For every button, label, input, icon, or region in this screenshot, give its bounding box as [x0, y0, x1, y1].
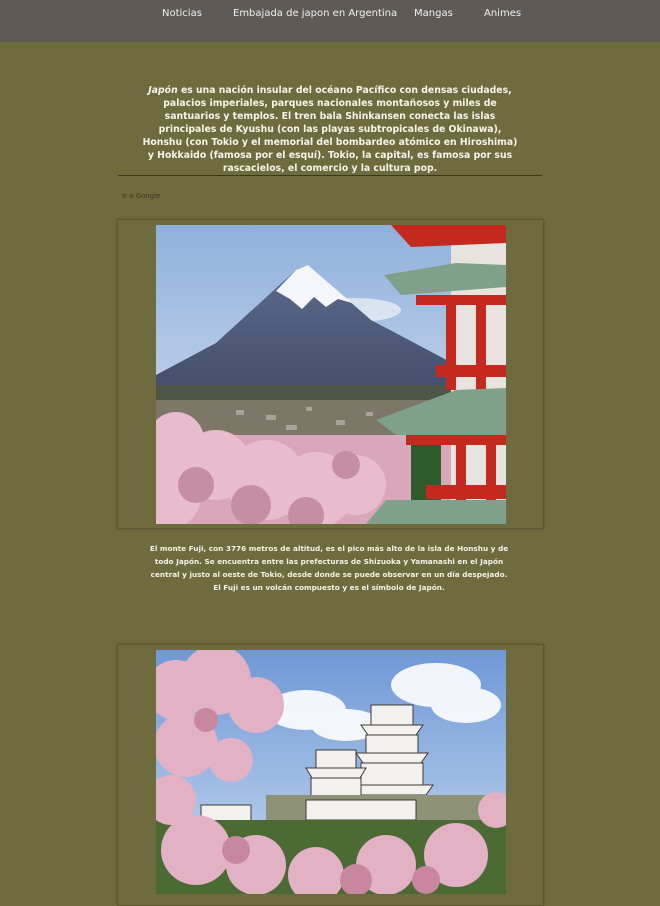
google-link[interactable]: Ir a Google — [122, 192, 160, 200]
section-divider — [118, 175, 542, 176]
nav-item-noticias[interactable]: Noticias — [162, 8, 202, 19]
intro-paragraph: Japón es una nación insular del océano P… — [138, 84, 522, 175]
nav-item-embajada[interactable]: Embajada de japon en Argentina — [233, 8, 397, 19]
intro-lead: Japón — [148, 85, 178, 96]
nav-item-mangas[interactable]: Mangas — [414, 8, 453, 19]
nav-item-animes[interactable]: Animes — [484, 8, 521, 19]
intro-text: es una nación insular del océano Pacífic… — [142, 85, 518, 174]
himeji-castle-photo — [156, 650, 506, 894]
fuji-pagoda-photo — [156, 225, 506, 524]
top-navbar: Noticias Embajada de japon en Argentina … — [0, 0, 660, 42]
fuji-caption: El monte Fuji, con 3776 metros de altitu… — [149, 544, 509, 592]
